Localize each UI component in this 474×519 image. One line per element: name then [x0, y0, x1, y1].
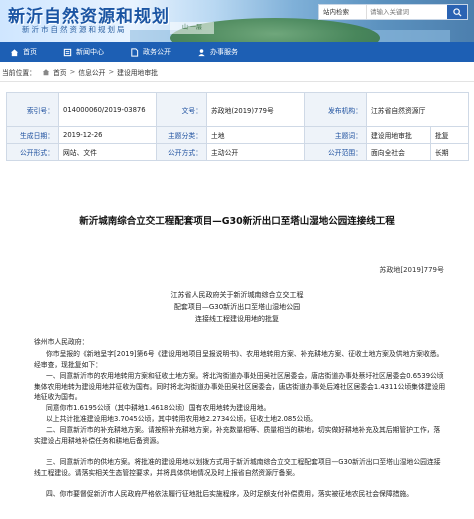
subject-label: 主题分类： [156, 126, 207, 144]
user-icon [198, 48, 205, 56]
breadcrumb-link-info[interactable]: 信息公开 [78, 67, 105, 77]
nav-item-gov-info[interactable]: 政务公开 [130, 47, 171, 57]
document-paragraph: 一、同意新沂市的农用地转用方案和征收土地方案。将北沟街道办事处田吴社区居委会，唐… [34, 372, 446, 401]
nav-item-label: 办事服务 [210, 48, 238, 56]
banner-stamp: 山·一层 [170, 22, 214, 34]
document-info-table: 索引号： 014000060/2019-03876 文号： 苏政地(2019)7… [6, 92, 469, 161]
home-icon [42, 68, 50, 75]
nav-item-news[interactable]: 新闻中心 [63, 47, 104, 57]
date-label: 生成日期： [6, 126, 59, 144]
search-button[interactable] [447, 5, 467, 19]
breadcrumb-prefix: 当前位置： [2, 68, 36, 77]
main-nav: 首页 新闻中心 政务公开 办事服务 [0, 42, 474, 62]
document-paragraph: 三、同意新沂市的供地方案。将批准的建设用地以划拨方式用于新沂城南综合立交工程配套… [34, 458, 441, 477]
nav-item-label: 政务公开 [143, 48, 171, 56]
breadcrumb: 当前位置： 首页 > 信息公开 > 建设用地审批 [0, 62, 474, 82]
document-heading-line: 连接线工程建设用地的批复 [195, 315, 279, 323]
document-heading-line: 配套项目—G30新沂出口至塔山湿地公园 [173, 303, 301, 311]
mode-value: 主动公开 [206, 143, 305, 161]
breadcrumb-link-home[interactable]: 首页 [53, 67, 67, 77]
nav-item-label: 新闻中心 [76, 48, 104, 56]
issuer-label: 发布机构： [304, 92, 367, 127]
term-value: 长期 [430, 143, 469, 161]
breadcrumb-separator: > [108, 67, 115, 76]
site-banner: 新沂自然资源和规划 新沂市自然资源和规划局 山·一层 站内检索 [0, 0, 474, 42]
home-icon [10, 48, 19, 56]
site-search: 站内检索 [318, 4, 468, 20]
breadcrumb-separator: > [69, 67, 76, 76]
document-number: 苏政地[2019]779号 [379, 266, 444, 274]
nav-item-services[interactable]: 办事服务 [197, 47, 238, 57]
document-paragraph: 二、同意新沂市的补充耕地方案。请按照补充耕地方案，补充数量相等、质量相当的耕地，… [34, 426, 441, 445]
document-heading-line: 江苏省人民政府关于新沂城南综合立交工程 [170, 291, 304, 299]
document-paragraph: 四、你市要督促新沂市人民政府严格依法履行征地批后实施程序，及时足额支付补偿费用，… [46, 490, 414, 498]
search-icon [452, 7, 462, 17]
news-icon [63, 48, 72, 56]
document-paragraph: 以上共计批准建设用地3.7045公顷，其中转用农用地2.2734公顷，征收土地2… [46, 415, 317, 423]
document-paragraph: 你市呈报的《新地呈字[2019]第6号《建设用地项目呈报说明书》、农用地转用方案… [34, 350, 444, 369]
type-value: 批复 [430, 126, 469, 144]
index-label: 索引号： [6, 92, 59, 127]
topic-label: 主题词： [304, 126, 367, 144]
document-salutation: 徐州市人民政府： [34, 338, 89, 346]
subject-value: 土地 [206, 126, 305, 144]
document-icon [131, 47, 139, 57]
scope-value: 面向全社会 [366, 143, 431, 161]
docno-label: 文号： [156, 92, 207, 127]
search-scope-select[interactable]: 站内检索 [319, 5, 367, 19]
search-input[interactable] [367, 5, 447, 19]
nav-item-label: 首页 [23, 48, 37, 56]
topic-value: 建设用地审批 [366, 126, 431, 144]
nav-item-home[interactable]: 首页 [10, 47, 37, 57]
scope-label: 公开范围： [304, 143, 367, 161]
document-paragraph: 同意你市1.6195公顷（其中耕地1.4618公顷）国有农用地转为建设用地。 [46, 404, 271, 412]
site-subtitle: 新沂市自然资源和规划局 [22, 25, 127, 34]
document-title: 新沂城南综合立交工程配套项目—G30新沂出口至塔山湿地公园连接线工程 [79, 216, 395, 227]
date-value: 2019-12-26 [58, 126, 157, 144]
form-label: 公开形式： [6, 143, 59, 161]
docno-value: 苏政地(2019)779号 [206, 92, 305, 127]
issuer-value: 江苏省自然资源厅 [366, 92, 469, 127]
breadcrumb-link-current[interactable]: 建设用地审批 [117, 67, 158, 77]
index-value: 014000060/2019-03876 [58, 92, 157, 127]
form-value: 网站、文件 [58, 143, 157, 161]
mode-label: 公开方式： [156, 143, 207, 161]
